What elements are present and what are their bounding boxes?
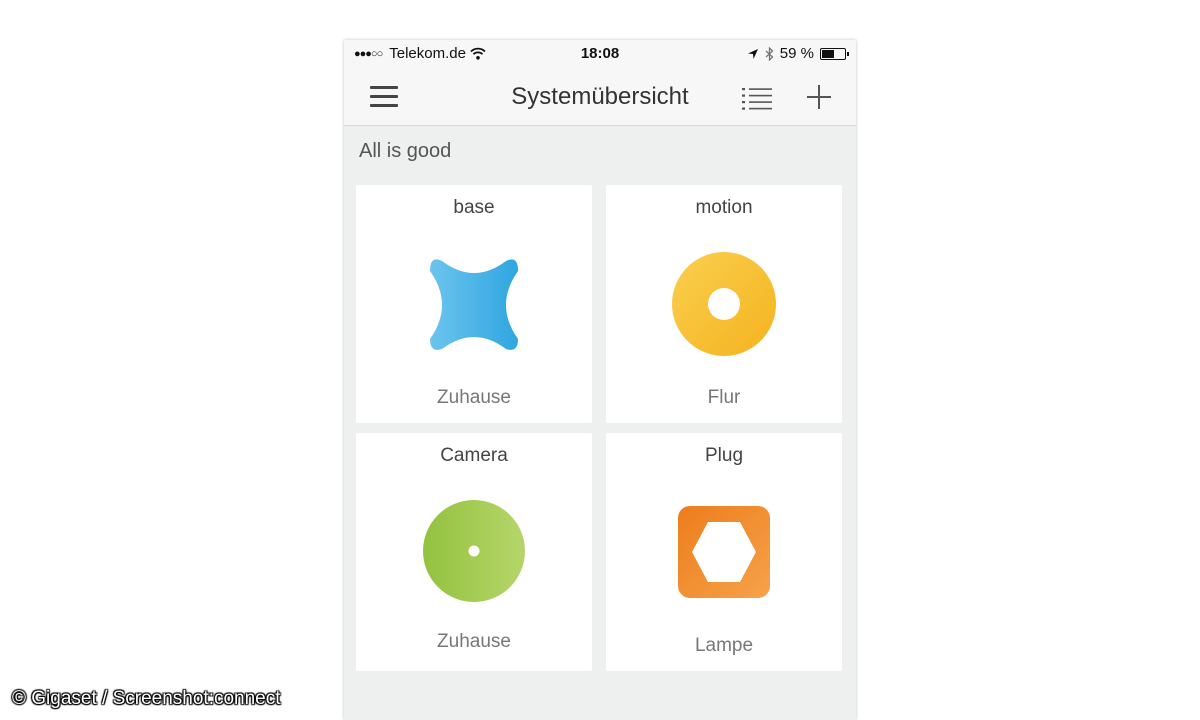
device-tile-camera[interactable]: Camera Zuhause <box>356 433 592 671</box>
device-room-label: Flur <box>707 387 741 408</box>
device-type-label: Camera <box>440 445 508 466</box>
status-bar: ●●●○○ Telekom.de 18:08 59 % <box>344 40 856 68</box>
device-room-label: Zuhause <box>437 631 511 652</box>
battery-percentage: 59 % <box>779 45 814 62</box>
bluetooth-icon <box>765 46 774 61</box>
battery-fill <box>822 49 835 58</box>
image-credit: © Gigaset / Screenshot:connect <box>12 688 281 709</box>
camera-icon <box>423 500 525 602</box>
base-icon <box>430 259 518 350</box>
location-arrow-icon <box>747 48 758 59</box>
page-title: Systemübersicht <box>511 83 689 110</box>
plus-icon[interactable] <box>806 84 832 110</box>
device-room-label: Zuhause <box>437 387 511 408</box>
phone-screen: ●●●○○ Telekom.de 18:08 59 % Systemübersi… <box>344 40 856 720</box>
battery-icon <box>820 47 849 60</box>
device-tile-motion[interactable]: motion Flur <box>606 185 842 423</box>
device-type-label: motion <box>695 197 753 218</box>
device-tile-plug[interactable]: Plug Lampe <box>606 433 842 671</box>
battery-tip <box>847 51 849 56</box>
list-icon[interactable] <box>742 86 772 110</box>
navigation-bar: Systemübersicht <box>344 68 856 126</box>
system-status-message: All is good <box>359 140 452 162</box>
device-room-label: Lampe <box>694 635 754 656</box>
device-type-label: base <box>453 197 495 218</box>
device-type-label: Plug <box>704 445 744 466</box>
motion-icon <box>672 252 776 356</box>
plug-icon <box>678 506 770 598</box>
status-right: 59 % <box>747 45 849 62</box>
device-tile-base[interactable]: base Zuhause <box>356 185 592 423</box>
